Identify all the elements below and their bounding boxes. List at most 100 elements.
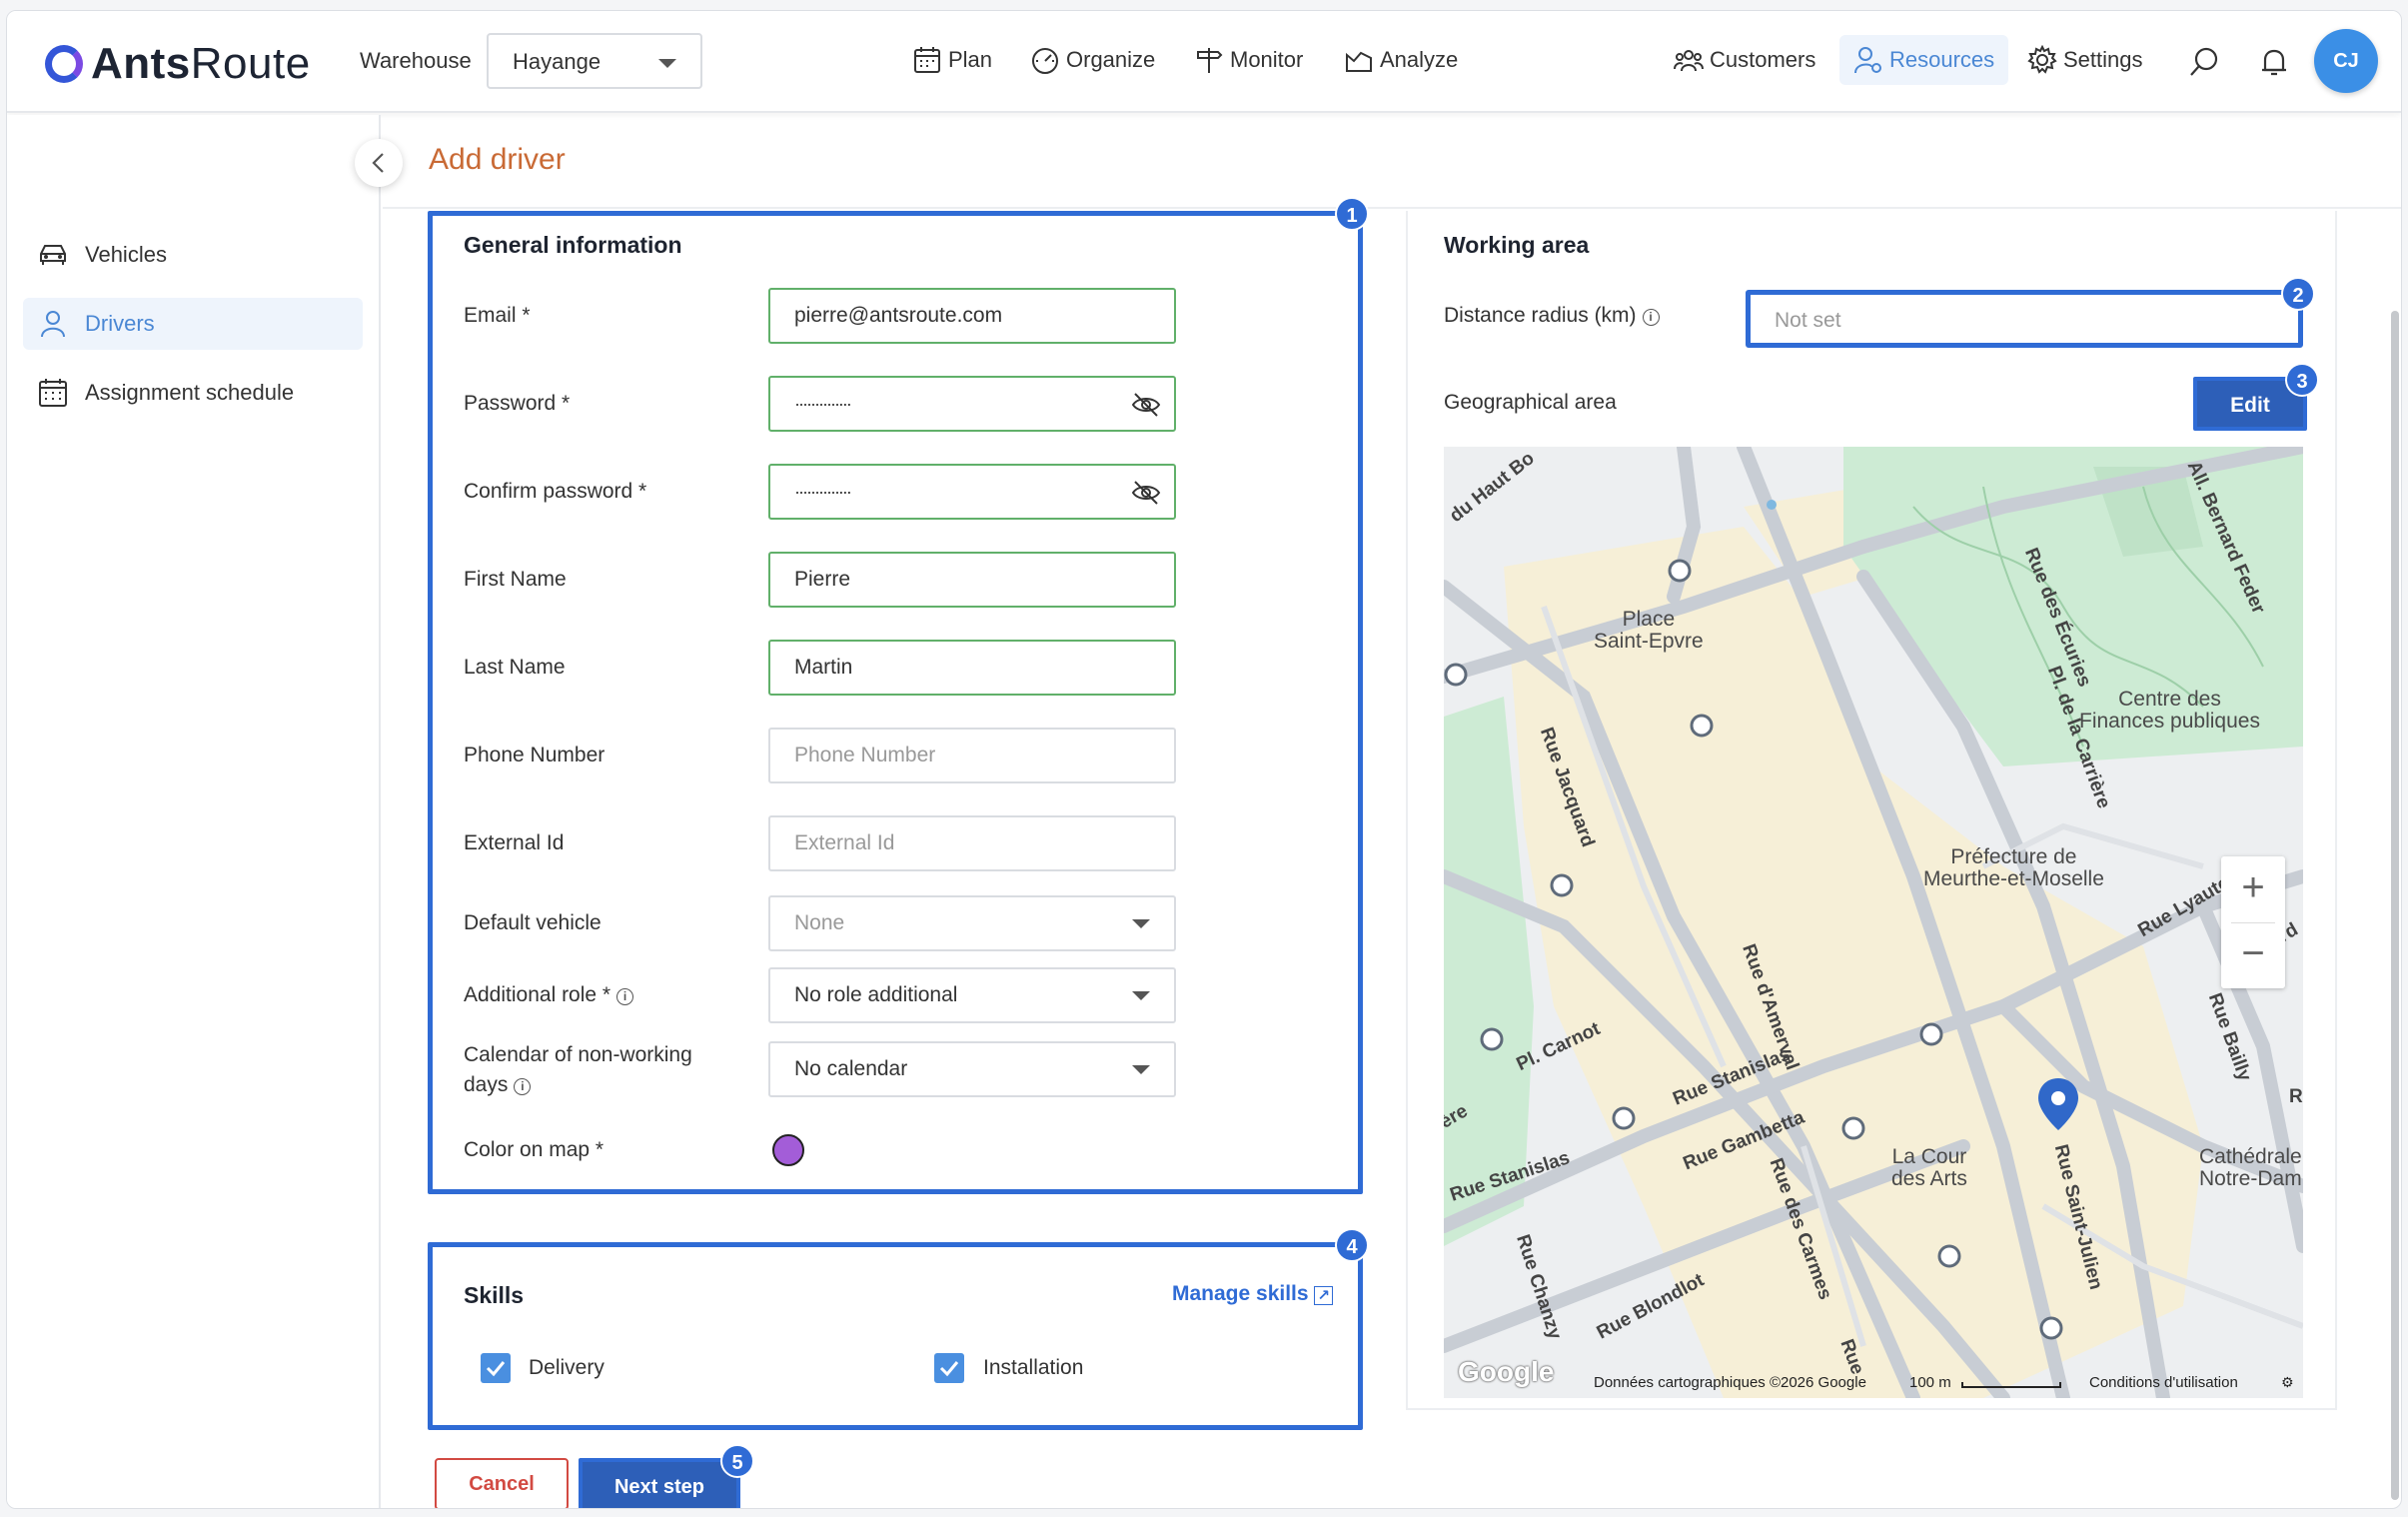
calendar-icon — [39, 379, 67, 407]
step-badge-4: 4 — [1335, 1228, 1369, 1262]
password-field[interactable]: ·············· — [768, 376, 1176, 432]
phone-field[interactable]: Phone Number — [768, 728, 1176, 783]
last-name-label: Last Name — [464, 656, 566, 679]
page-scrollbar[interactable] — [2391, 311, 2399, 1500]
color-on-map-label: Color on map * — [464, 1138, 604, 1161]
users-group-icon — [1674, 50, 1704, 72]
external-id-field[interactable]: External Id — [768, 815, 1176, 871]
working-area-title: Working area — [1444, 232, 1590, 258]
sidebar-item-drivers[interactable]: Drivers — [23, 298, 363, 350]
nav-analyze-label: Analyze — [1380, 47, 1459, 72]
manage-skills-link[interactable]: Manage skills ↗ — [1172, 1282, 1333, 1306]
first-name-field[interactable]: Pierre — [768, 552, 1176, 608]
step-badge-2: 2 — [2281, 277, 2315, 311]
last-name-field[interactable]: Martin — [768, 640, 1176, 696]
skills-panel — [428, 1242, 1363, 1430]
eye-slash-icon[interactable] — [1130, 477, 1162, 509]
chart-area-icon — [1346, 51, 1372, 72]
map-place-prefecture: Préfecture de Meurthe-et-Moselle — [1923, 845, 2104, 890]
step-badge-3: 3 — [2285, 363, 2319, 397]
email-label: Email * — [464, 304, 531, 327]
nav-settings[interactable]: Settings — [2027, 45, 2143, 75]
map-footer: Données cartographiques ©2026 Google 100… — [1444, 1366, 2303, 1398]
email-value: pierre@antsroute.com — [794, 304, 1003, 327]
map-settings-icon[interactable]: ⚙ — [2281, 1374, 2294, 1391]
user-icon — [41, 311, 65, 338]
default-vehicle-select[interactable]: None — [768, 895, 1176, 951]
nav-settings-label: Settings — [2063, 47, 2143, 72]
user-avatar[interactable]: CJ — [2314, 29, 2378, 93]
color-picker-swatch[interactable] — [772, 1134, 804, 1166]
phone-label: Phone Number — [464, 744, 605, 766]
brand-bold: Ants — [91, 39, 191, 88]
first-name-value: Pierre — [794, 568, 851, 591]
nav-monitor[interactable]: Monitor — [1194, 45, 1303, 75]
map-view[interactable]: Place Saint-Epvre Centre des Finances publ… — [1444, 447, 2303, 1398]
calendar-select[interactable]: No calendar — [768, 1041, 1176, 1097]
sidebar-item-label: Assignment schedule — [85, 380, 295, 405]
zoom-in-button[interactable]: + — [2221, 856, 2285, 922]
first-name-label: First Name — [464, 568, 567, 591]
password-label: Password * — [464, 392, 571, 415]
email-field[interactable]: pierre@antsroute.com — [768, 288, 1176, 344]
confirm-password-value: ·············· — [794, 482, 852, 502]
chevron-left-icon — [372, 153, 384, 173]
nav-resources[interactable]: Resources — [1839, 35, 2009, 85]
confirm-password-label: Confirm password * — [464, 480, 647, 503]
chevron-down-icon — [1132, 991, 1150, 1000]
scale-bar — [1961, 1382, 2061, 1388]
warehouse-select[interactable]: Hayange — [487, 33, 702, 89]
nav-customers[interactable]: Customers — [1674, 45, 1815, 75]
notifications-button[interactable] — [2257, 45, 2291, 79]
chevron-down-icon — [1132, 1065, 1150, 1074]
check-icon — [939, 1361, 959, 1377]
distance-radius-label: Distance radius (km) i — [1444, 301, 1660, 331]
phone-placeholder: Phone Number — [794, 744, 936, 766]
info-icon[interactable]: i — [1642, 309, 1660, 326]
sidebar-item-label: Vehicles — [85, 242, 167, 267]
nav-organize[interactable]: Organize — [1030, 45, 1155, 75]
nav-monitor-label: Monitor — [1230, 47, 1304, 72]
speedometer-icon — [1032, 48, 1058, 74]
map-marker-icon[interactable] — [2035, 1076, 2081, 1132]
general-info-title: General information — [464, 232, 682, 258]
step-badge-5: 5 — [720, 1444, 754, 1478]
search-button[interactable] — [2187, 45, 2221, 79]
zoom-out-button[interactable]: − — [2221, 922, 2285, 988]
distance-radius-field[interactable]: Not set — [1746, 290, 2303, 348]
sidebar-item-vehicles[interactable]: Vehicles — [23, 229, 363, 281]
installation-label: Installation — [983, 1356, 1084, 1379]
signpost-icon — [1197, 48, 1223, 73]
collapse-sidebar-button[interactable] — [355, 139, 403, 187]
external-link-icon: ↗ — [1314, 1286, 1333, 1305]
additional-role-select[interactable]: No role additional — [768, 967, 1176, 1023]
info-icon[interactable]: i — [616, 988, 634, 1005]
gear-icon — [2027, 45, 2057, 74]
car-icon — [40, 245, 66, 265]
warehouse-value: Hayange — [513, 49, 602, 74]
antsroute-logo[interactable]: AntsRoute — [45, 39, 311, 89]
app-window: AntsRoute Warehouse Hayange Plan Organiz… — [6, 10, 2402, 1509]
next-step-button[interactable]: Next step — [579, 1458, 740, 1508]
map-terms-link[interactable]: Conditions d'utilisation — [2089, 1374, 2238, 1391]
sidebar-item-label: Drivers — [85, 311, 155, 336]
logo-mark-icon — [45, 45, 83, 83]
map-scale: 100 m — [1909, 1374, 1951, 1391]
distance-radius-placeholder: Not set — [1775, 309, 1841, 332]
nav-analyze[interactable]: Analyze — [1344, 45, 1458, 75]
nav-resources-label: Resources — [1889, 47, 1995, 72]
check-icon — [486, 1361, 506, 1377]
page-title: Add driver — [429, 143, 566, 176]
search-icon — [2190, 47, 2218, 76]
delivery-checkbox[interactable] — [481, 1353, 511, 1383]
confirm-password-field[interactable]: ·············· — [768, 464, 1176, 520]
additional-role-value: No role additional — [794, 983, 958, 1006]
nav-plan[interactable]: Plan — [912, 45, 992, 75]
installation-checkbox[interactable] — [934, 1353, 964, 1383]
nav-plan-label: Plan — [948, 47, 993, 72]
password-value: ·············· — [794, 394, 852, 414]
info-icon[interactable]: i — [514, 1078, 532, 1095]
cancel-button[interactable]: Cancel — [435, 1458, 569, 1508]
eye-slash-icon[interactable] — [1130, 389, 1162, 421]
sidebar-item-assignment-schedule[interactable]: Assignment schedule — [23, 367, 363, 419]
